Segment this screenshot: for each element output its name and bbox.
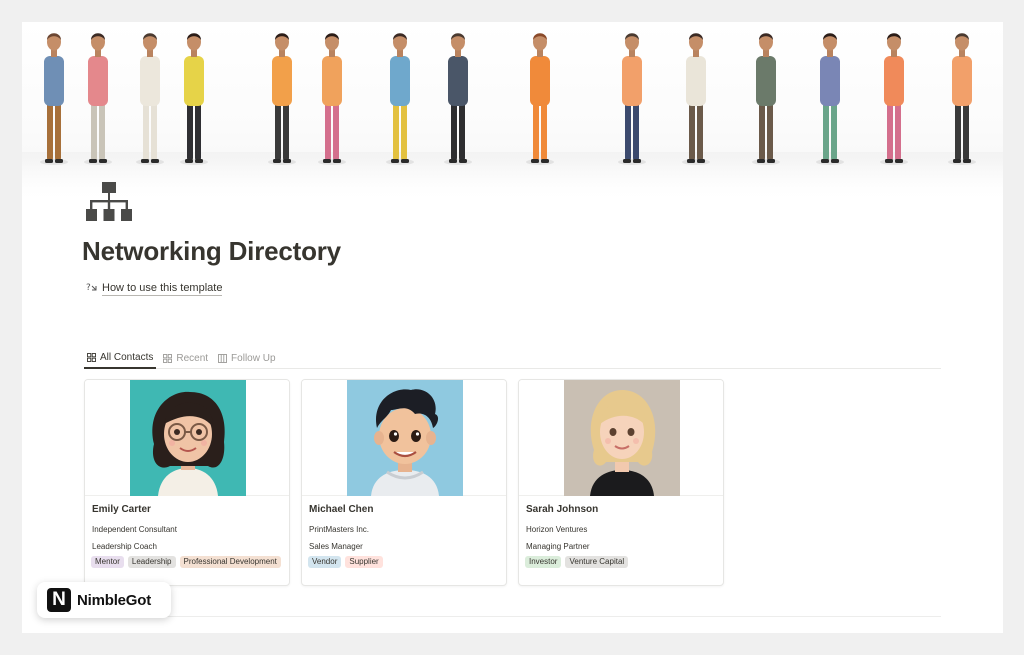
how-to-link[interactable]: ? How to use this template [86,281,223,296]
person-figure [444,33,472,165]
notion-page: Networking Directory ? How to use this t… [22,22,1003,633]
contact-name: Michael Chen [309,504,374,515]
person-figure [618,33,646,165]
tag-list: Vendor Supplier [308,556,500,568]
contact-name: Sarah Johnson [526,504,599,515]
view-tabs: All Contacts Recent Follow Up [84,346,941,369]
card-cover [519,380,723,496]
avatar [564,380,680,496]
card-cover [85,380,289,496]
page-title: Networking Directory [82,236,341,266]
person-figure [526,33,554,165]
brand-name: NimbleGot [77,591,152,609]
tag: Investor [525,556,562,568]
person-figure [948,33,976,165]
avatar [347,380,463,496]
person-figure [136,33,164,165]
tag: Supplier [345,556,383,568]
brand-logo-icon: N [47,588,71,612]
tag-list: Investor Venture Capital [525,556,717,568]
tag: Mentor [91,556,124,568]
contact-role: Managing Partner [526,542,590,551]
person-figure [386,33,414,165]
tab-follow-up[interactable]: Follow Up [215,346,278,369]
contact-role: Leadership Coach [92,542,157,551]
cover-banner[interactable] [22,22,1003,202]
person-figure [682,33,710,165]
gallery-icon [163,354,173,363]
person-figure [40,33,68,165]
contact-role: Sales Manager [309,542,363,551]
board-icon [218,354,227,363]
avatar [130,380,246,496]
tag: Venture Capital [565,556,629,568]
person-figure [84,33,112,165]
card-cover [302,380,506,496]
person-figure [880,33,908,165]
person-figure [752,33,780,165]
help-icon: ? [86,281,98,296]
tag: Professional Development [179,556,281,568]
contact-card[interactable]: Michael Chen PrintMasters Inc. Sales Man… [301,379,507,586]
gallery-icon [87,353,96,362]
tag: Vendor [308,556,342,568]
tab-label: Follow Up [231,353,276,364]
tag-list: Mentor Leadership Professional Developme… [91,556,283,568]
tab-all-contacts[interactable]: All Contacts [84,346,157,369]
person-figure [816,33,844,165]
person-figure [268,33,296,165]
tab-label: Recent [176,353,209,364]
tag: Leadership [127,556,176,568]
contact-company: Horizon Ventures [526,525,588,534]
contact-card[interactable]: Emily Carter Independent Consultant Lead… [84,379,290,586]
how-to-label: How to use this template [102,281,223,296]
person-figure [318,33,346,165]
sitemap-icon[interactable] [86,180,132,224]
contact-name: Emily Carter [92,504,151,515]
contact-company: Independent Consultant [92,525,177,534]
svg-text:?: ? [86,283,91,293]
contact-company: PrintMasters Inc. [309,525,370,534]
divider [84,616,941,617]
brand-badge[interactable]: N NimbleGot [37,582,171,618]
tab-recent[interactable]: Recent [160,346,211,369]
contact-card[interactable]: Sarah Johnson Horizon Ventures Managing … [518,379,724,586]
tab-label: All Contacts [100,352,154,363]
person-figure [180,33,208,165]
